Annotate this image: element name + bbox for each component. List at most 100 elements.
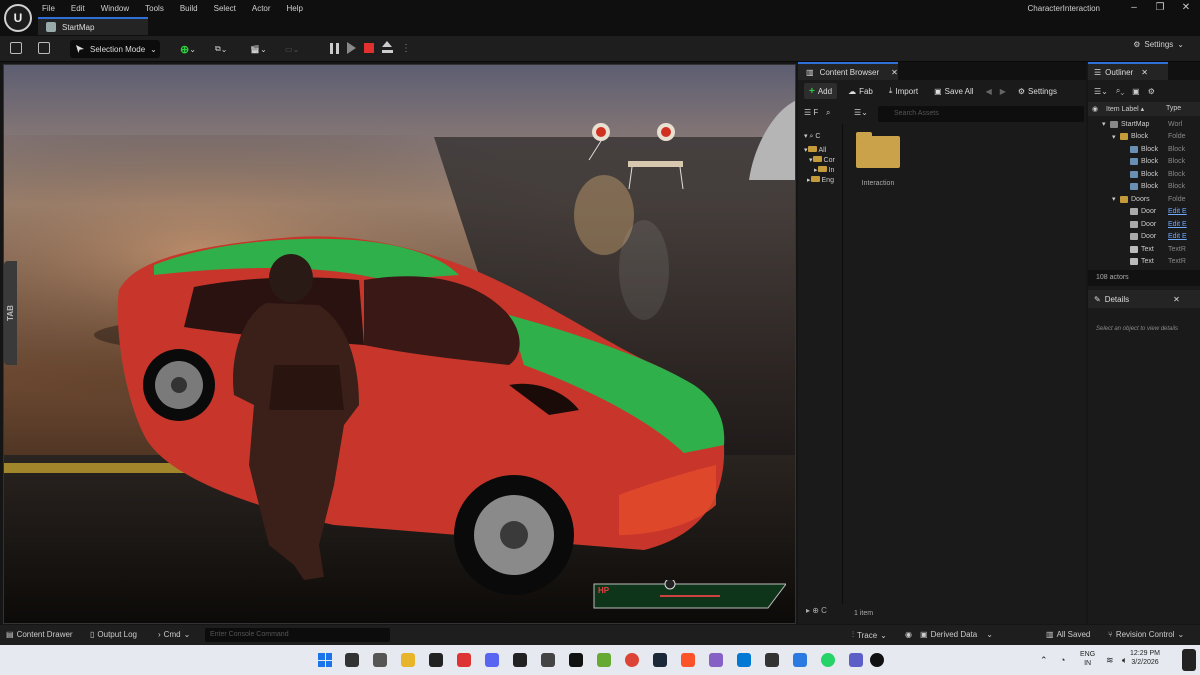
close-tab-icon[interactable]: ✕ (1173, 295, 1180, 304)
column-type[interactable]: Type (1166, 105, 1181, 112)
menu-item-edit[interactable]: Edit (71, 4, 85, 13)
derived-data-dropdown[interactable]: ▣ Derived Data ⌄ (920, 630, 993, 639)
tray-chevron-icon[interactable]: ⌃ (1040, 655, 1048, 666)
minimize-icon[interactable]: – (1124, 2, 1144, 14)
outliner-row[interactable]: ▾ Block Folde (1088, 131, 1200, 144)
all-saved-button[interactable]: ▥ All Saved (1046, 630, 1090, 639)
tree-footer-icons[interactable]: ▸ ⊕ C (806, 606, 827, 615)
record-icon[interactable]: ◉ (905, 630, 912, 639)
add-folder-icon[interactable]: ▣ (1132, 87, 1140, 96)
eject-icon[interactable] (382, 41, 393, 53)
search-icon[interactable]: ⌕ (826, 108, 830, 118)
content-browser-tab[interactable]: ▥ Content Browser ✕ (798, 62, 898, 80)
level-viewport[interactable]: TAB HP (3, 64, 796, 624)
import-button[interactable]: ⤓ Import (884, 83, 923, 99)
menu-item-file[interactable]: File (42, 4, 55, 13)
add-button[interactable]: + Add (804, 83, 838, 99)
stop-icon[interactable] (364, 43, 374, 53)
vscode-icon[interactable] (737, 653, 751, 667)
language-indicator[interactable]: ENG IN (1080, 650, 1095, 668)
outliner-row[interactable]: Block Block (1088, 168, 1200, 181)
tree-item-interaction[interactable]: ▸ In (804, 166, 844, 176)
file-explorer-icon[interactable] (401, 653, 415, 667)
epic-games-icon[interactable] (513, 653, 527, 667)
app-icon-6[interactable] (765, 653, 779, 667)
app-icon-4[interactable] (569, 653, 583, 667)
menu-item-select[interactable]: Select (214, 4, 236, 13)
snipping-icon[interactable] (373, 653, 387, 667)
outliner-row[interactable]: Text TextR (1088, 243, 1200, 256)
unreal-taskbar-icon[interactable] (870, 653, 884, 667)
brave-icon[interactable] (681, 653, 695, 667)
menu-item-window[interactable]: Window (101, 4, 129, 13)
app-icon-7[interactable] (793, 653, 807, 667)
search-icon[interactable]: ⌕⌄ (1116, 86, 1124, 96)
viewport-tab-handle[interactable]: TAB (4, 261, 17, 365)
filter-icon[interactable]: ☰⌄ (1094, 87, 1108, 96)
cmd-dropdown[interactable]: › Cmd ⌄ (158, 630, 190, 639)
outliner-row[interactable]: Text TextR (1088, 256, 1200, 269)
selection-mode-dropdown[interactable]: Selection Mode ⌄ (70, 40, 160, 58)
wifi-icon[interactable]: ≋ (1106, 655, 1114, 666)
close-tab-icon[interactable]: ✕ (1141, 68, 1148, 77)
outliner-tab[interactable]: ☰ Outliner ✕ (1088, 62, 1168, 80)
viewport-scene[interactable] (4, 65, 796, 624)
output-log-button[interactable]: ▯ Output Log (90, 630, 137, 639)
level-tab[interactable]: StartMap (38, 17, 148, 35)
app-icon-2[interactable] (457, 653, 471, 667)
outliner-row-type[interactable]: Edit E (1168, 233, 1187, 240)
tree-item-engine[interactable]: ▸ Eng (804, 176, 844, 186)
more-options-icon[interactable]: ⋮ (401, 43, 411, 54)
teams-icon[interactable] (849, 653, 863, 667)
visibility-icon[interactable]: ◉ (1092, 105, 1098, 113)
unreal-logo-icon[interactable]: U (4, 4, 32, 32)
platforms-button[interactable]: ▭ ⌄ (285, 40, 299, 58)
fab-button[interactable]: ☁ Fab (843, 83, 878, 99)
app-icon-1[interactable] (429, 653, 443, 667)
expand-arrow-icon[interactable]: ▾ (1112, 133, 1116, 141)
details-tab[interactable]: ✎ Details ✕ (1088, 290, 1200, 308)
menu-item-build[interactable]: Build (180, 4, 198, 13)
save-all-button[interactable]: ▣ Save All (929, 83, 978, 99)
close-icon[interactable]: ✕ (1176, 2, 1196, 14)
task-view-icon[interactable] (345, 653, 359, 667)
outliner-row[interactable]: ▾ Doors Folde (1088, 193, 1200, 206)
network-icon[interactable]: ◔ (1060, 655, 1065, 665)
outliner-row[interactable]: Block Block (1088, 181, 1200, 194)
clock[interactable]: 12:29 PM 3/2/2026 (1130, 649, 1160, 667)
trace-dropdown[interactable]: ⫶ Trace ⌄ (852, 630, 887, 640)
notification-icon[interactable] (1182, 649, 1196, 671)
asset-search-input[interactable]: Search Assets (878, 106, 1084, 122)
discord-icon[interactable] (485, 653, 499, 667)
outliner-row[interactable]: ▾ StartMap Worl (1088, 118, 1200, 131)
outliner-row-type[interactable]: Edit E (1168, 221, 1187, 228)
save-icon[interactable] (10, 42, 22, 54)
tree-collapse-c[interactable]: ▾ ⌕ C (804, 132, 844, 142)
filter-icon[interactable]: ☰ F (804, 108, 818, 117)
cinematics-button[interactable]: 🎬︎ ⌄ (250, 40, 267, 58)
windows-start-icon[interactable] (318, 653, 332, 667)
app-icon-3[interactable] (541, 653, 555, 667)
menu-item-actor[interactable]: Actor (252, 4, 271, 13)
asset-filter-dropdown[interactable]: ☰⌄ (854, 108, 868, 117)
gear-icon[interactable]: ⚙ (1148, 87, 1155, 96)
outliner-row[interactable]: Door Edit E (1088, 206, 1200, 219)
history-back-icon[interactable]: ◀ (985, 83, 993, 99)
outliner-row[interactable]: Door Edit E (1088, 218, 1200, 231)
expand-arrow-icon[interactable]: ▾ (1112, 195, 1116, 203)
add-actor-button[interactable]: ⊕ ⌄ (180, 40, 196, 58)
visual-studio-icon[interactable] (709, 653, 723, 667)
menu-item-tools[interactable]: Tools (145, 4, 164, 13)
history-forward-icon[interactable]: ▶ (999, 83, 1007, 99)
app-icon-5[interactable] (597, 653, 611, 667)
tree-item-content[interactable]: ▾ Cor (804, 156, 844, 166)
step-icon[interactable] (347, 42, 356, 54)
cb-settings-button[interactable]: ⚙ Settings (1013, 83, 1062, 99)
content-drawer-button[interactable]: ▤ Content Drawer (6, 630, 73, 639)
maximize-icon[interactable]: ❐ (1150, 2, 1170, 14)
outliner-row[interactable]: Block Block (1088, 156, 1200, 169)
console-input[interactable]: Enter Console Command (205, 628, 390, 642)
blueprints-button[interactable]: ⧉ ⌄ (215, 40, 227, 58)
outliner-row-type[interactable]: Edit E (1168, 208, 1187, 215)
volume-icon[interactable]: 🔈︎ (1122, 655, 1127, 666)
